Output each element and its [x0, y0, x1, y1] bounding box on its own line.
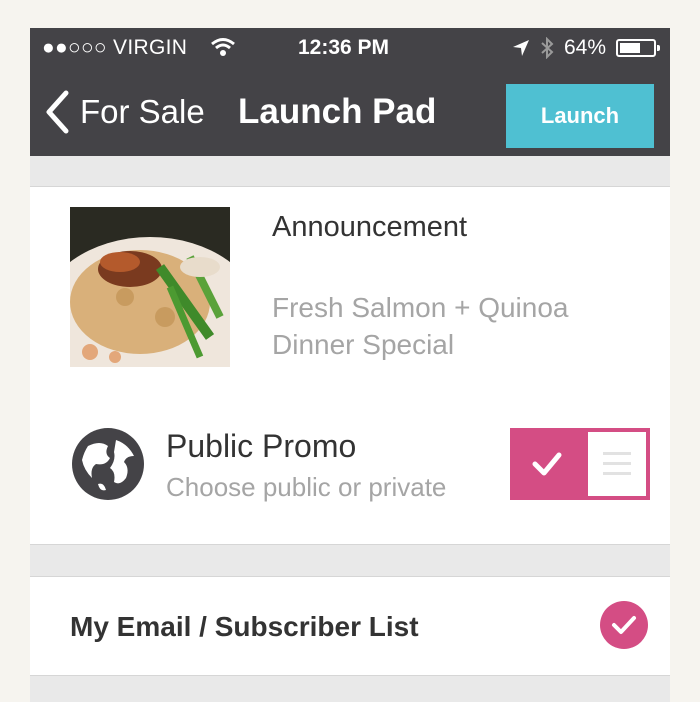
battery-percent: 64% — [563, 36, 606, 59]
food-photo — [70, 207, 230, 367]
status-time: 12:36 PM — [298, 36, 390, 59]
bluetooth-icon — [541, 37, 554, 59]
public-promo-toggle[interactable] — [510, 428, 650, 500]
food-photo-image — [70, 207, 230, 367]
announcement-text-line-1: Fresh Salmon + Quinoa — [272, 292, 569, 323]
email-list-label: My Email / Subscriber List — [70, 611, 419, 642]
back-chevron-icon — [46, 90, 69, 134]
back-button[interactable]: For Sale — [44, 90, 205, 134]
battery-icon — [616, 39, 660, 57]
public-promo-row: Public Promo Choose public or private — [30, 384, 670, 545]
email-checkbox[interactable] — [600, 601, 648, 649]
check-icon — [532, 452, 562, 476]
page-title: Launch Pad — [238, 92, 437, 131]
promo-title: Public Promo — [166, 428, 357, 464]
status-right: 64% — [512, 36, 660, 60]
battery-fill — [620, 43, 640, 53]
promo-subtitle: Choose public or private — [166, 472, 447, 502]
announcement-text-line-2: Dinner Special — [272, 329, 455, 360]
announcement-card[interactable]: Announcement Fresh Salmon + Quinoa Dinne… — [30, 186, 670, 385]
status-bar: ●●○○○ VIRGIN 12:36 PM 64% — [30, 28, 670, 68]
top-bar: ●●○○○ VIRGIN 12:36 PM 64% For Sale Launc… — [30, 28, 670, 156]
toggle-knob[interactable] — [588, 432, 646, 496]
back-label: For Sale — [80, 93, 205, 130]
menu-lines-icon — [603, 452, 631, 475]
carrier-label: ●●○○○ VIRGIN — [42, 36, 188, 59]
announcement-label: Announcement — [272, 211, 468, 243]
wifi-icon — [211, 38, 235, 56]
announcement-text: Fresh Salmon + Quinoa Dinner Special — [272, 289, 632, 363]
email-subscriber-row[interactable]: My Email / Subscriber List — [30, 576, 670, 676]
phone-screen: ●●○○○ VIRGIN 12:36 PM 64% For Sale Launc… — [30, 28, 670, 702]
nav-bar: For Sale Launch Pad Launch — [30, 80, 670, 152]
location-arrow-icon — [512, 40, 529, 56]
launch-button[interactable]: Launch — [506, 84, 654, 148]
check-icon — [612, 616, 636, 634]
globe-icon — [72, 428, 144, 500]
